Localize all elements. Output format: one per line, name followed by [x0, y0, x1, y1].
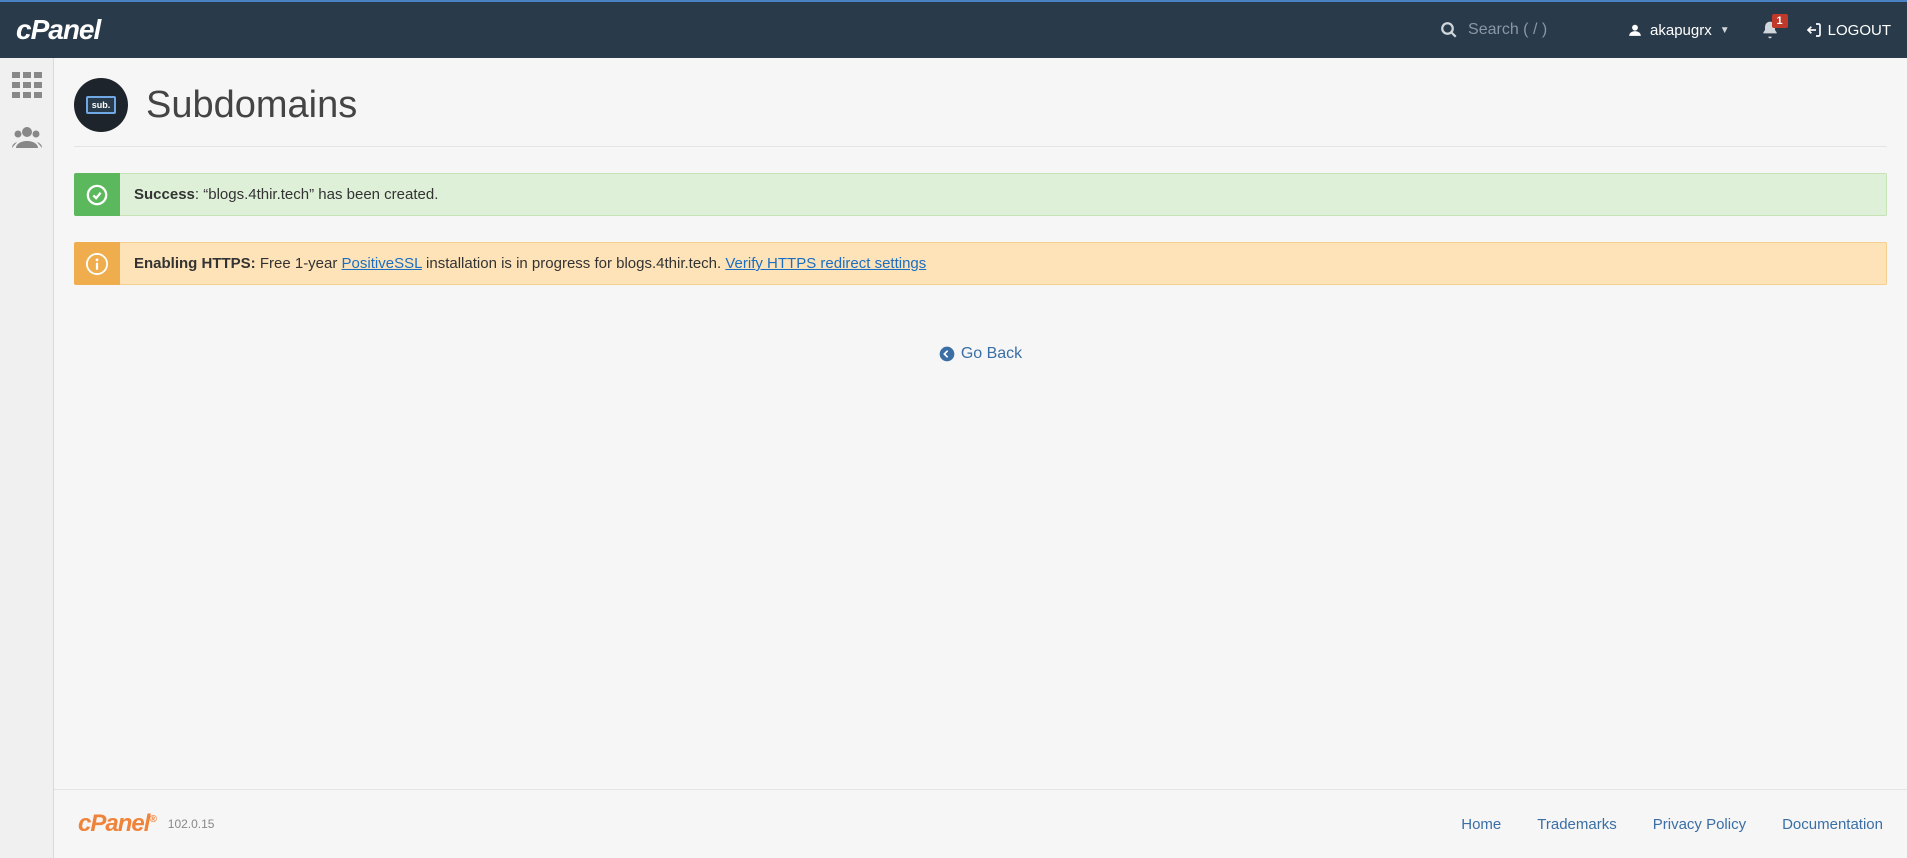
go-back-container: Go Back — [74, 345, 1887, 367]
footer-privacy-link[interactable]: Privacy Policy — [1653, 816, 1746, 833]
apps-grid-icon[interactable] — [12, 72, 42, 98]
cpanel-logo[interactable]: cPanel — [16, 14, 100, 46]
search-icon[interactable] — [1440, 21, 1458, 39]
username-label: akapugrx — [1650, 22, 1712, 39]
go-back-label: Go Back — [961, 345, 1022, 363]
info-label: Enabling HTTPS: — [134, 255, 256, 272]
footer-trademarks-link[interactable]: Trademarks — [1537, 816, 1616, 833]
success-message: : “blogs.4thir.tech” has been created. — [195, 186, 438, 203]
user-icon — [1628, 23, 1642, 37]
notification-badge: 1 — [1772, 14, 1788, 28]
footer: cPanel® 102.0.15 Home Trademarks Privacy… — [54, 789, 1907, 858]
footer-home-link[interactable]: Home — [1461, 816, 1501, 833]
info-alert: Enabling HTTPS: Free 1-year PositiveSSL … — [74, 242, 1887, 285]
left-sidebar — [0, 58, 54, 858]
positivessl-link[interactable]: PositiveSSL — [342, 255, 422, 272]
info-circle-icon — [86, 253, 108, 275]
logout-label: LOGOUT — [1828, 22, 1891, 39]
users-icon[interactable] — [12, 126, 42, 148]
footer-cpanel-logo[interactable]: cPanel® — [78, 810, 156, 838]
top-navigation-bar: cPanel akapugrx ▼ 1 LOGOUT — [0, 2, 1907, 58]
arrow-left-circle-icon — [939, 346, 955, 362]
info-text-before: Free 1-year — [256, 255, 342, 272]
search-container — [1440, 21, 1588, 39]
verify-https-link[interactable]: Verify HTTPS redirect settings — [725, 255, 926, 272]
search-input[interactable] — [1468, 21, 1588, 39]
subdomains-icon: sub. — [74, 78, 128, 132]
logout-button[interactable]: LOGOUT — [1806, 22, 1891, 39]
success-label: Success — [134, 186, 195, 203]
check-circle-icon — [86, 184, 108, 206]
page-header: sub. Subdomains — [74, 70, 1887, 147]
info-text-mid: installation is in progress for blogs.4t… — [422, 255, 726, 272]
footer-docs-link[interactable]: Documentation — [1782, 816, 1883, 833]
page-title: Subdomains — [146, 84, 357, 127]
user-menu[interactable]: akapugrx ▼ — [1628, 22, 1730, 39]
version-label: 102.0.15 — [168, 817, 215, 831]
go-back-link[interactable]: Go Back — [939, 345, 1022, 363]
success-alert: Success: “blogs.4thir.tech” has been cre… — [74, 173, 1887, 216]
notifications-button[interactable]: 1 — [1760, 20, 1780, 40]
chevron-down-icon: ▼ — [1720, 25, 1730, 36]
